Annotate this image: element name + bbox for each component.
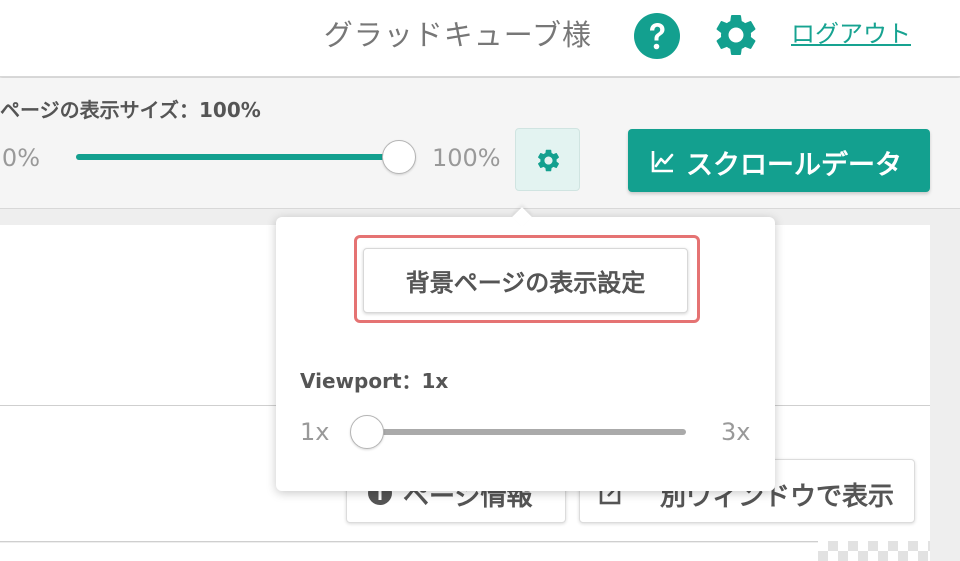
- scroll-data-label: スクロールデータ: [686, 150, 902, 181]
- display-settings-button[interactable]: [515, 128, 580, 191]
- zoom-size-label: ページの表示サイズ：100%: [0, 98, 261, 122]
- gear-icon[interactable]: [711, 10, 761, 60]
- preview-panel: [0, 543, 930, 561]
- transparency-pattern: [818, 541, 930, 561]
- viewport-label: Viewport：1x: [300, 369, 449, 393]
- user-name: グラッドキューブ様: [323, 18, 592, 52]
- top-header: グラッドキューブ様 ログアウト: [0, 0, 960, 77]
- viewer-toolbar: ページの表示サイズ：100% 20% 100% スクロールデータ: [0, 78, 960, 209]
- viewport-slider-track: [367, 429, 686, 435]
- popover-arrow: [512, 207, 532, 227]
- zoom-slider[interactable]: [76, 138, 416, 176]
- logout-link[interactable]: ログアウト: [791, 14, 911, 49]
- help-icon[interactable]: [633, 12, 681, 60]
- scroll-data-button[interactable]: スクロールデータ: [628, 129, 930, 192]
- zoom-max-label: 100%: [432, 144, 501, 172]
- gear-icon: [537, 149, 560, 172]
- viewport-slider[interactable]: [350, 413, 686, 451]
- zoom-min-label: 20%: [0, 144, 40, 172]
- viewport-min-label: 1x: [300, 418, 330, 446]
- zoom-slider-fill: [76, 154, 399, 160]
- viewport-max-label: 3x: [721, 418, 751, 446]
- display-settings-popover: 背景ページの表示設定 Viewport：1x 1x 3x: [276, 207, 775, 491]
- viewport-slider-thumb[interactable]: [350, 415, 384, 449]
- chart-line-icon: [651, 151, 674, 173]
- background-page-settings-button[interactable]: 背景ページの表示設定: [363, 248, 688, 313]
- zoom-slider-thumb[interactable]: [382, 140, 416, 174]
